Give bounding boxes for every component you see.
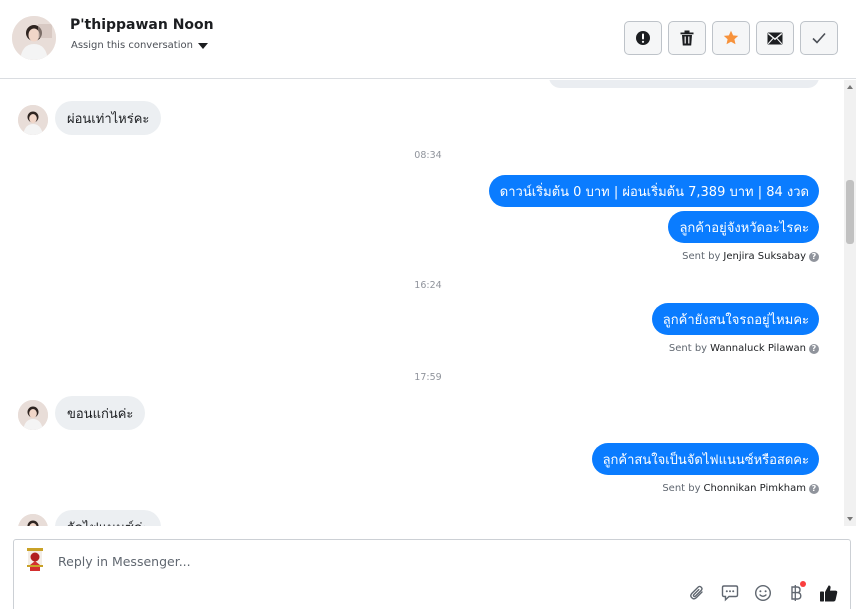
envelope-icon — [767, 32, 783, 44]
conversation-header: P'thippawan Noon Assign this conversatio… — [0, 0, 856, 79]
outgoing-message[interactable]: ลูกค้าอยู่จังหวัดอะไรคะ — [668, 211, 819, 243]
contact-avatar-small — [18, 400, 48, 430]
saved-replies-button[interactable] — [719, 582, 741, 604]
contact-name[interactable]: P'thippawan Noon — [70, 17, 214, 33]
paperclip-icon — [690, 585, 703, 600]
page-avatar — [23, 546, 47, 572]
sent-by-label: Sent by Jenjira Suksabay ? — [682, 251, 819, 262]
assign-conversation-dropdown[interactable]: Assign this conversation — [71, 40, 208, 51]
sent-by-agent: Jenjira Suksabay — [723, 251, 806, 262]
previous-message-bubble — [549, 80, 819, 88]
mark-done-button[interactable] — [800, 21, 838, 55]
message-list[interactable]: ผ่อนเท่าไหร่คะ 08:34 ดาวน์เริ่มต้น 0 บาท… — [0, 80, 856, 526]
incoming-message[interactable]: ผ่อนเท่าไหร่คะ — [55, 101, 162, 135]
sent-by-label: Sent by Wannaluck Pilawan ? — [669, 343, 819, 354]
question-icon[interactable]: ? — [809, 251, 819, 262]
sent-by-prefix: Sent by — [662, 483, 701, 494]
caret-down-icon — [197, 43, 208, 49]
assign-label: Assign this conversation — [71, 40, 193, 51]
saved-reply-icon — [721, 585, 739, 602]
inbox-conversation-panel: P'thippawan Noon Assign this conversatio… — [0, 0, 856, 609]
conversation-toolbar — [624, 21, 838, 55]
composer-actions — [686, 581, 840, 604]
mark-unread-button[interactable] — [756, 21, 794, 55]
message-timestamp: 17:59 — [414, 372, 442, 383]
sent-by-agent: Chonnikan Pimkham — [703, 483, 806, 494]
sent-by-label: Sent by Chonnikan Pimkham ? — [662, 483, 819, 494]
outgoing-message[interactable]: ดาวน์เริ่มต้น 0 บาท | ผ่อนเริ่มต้น 7,389… — [488, 175, 819, 207]
sent-by-prefix: Sent by — [668, 343, 708, 354]
exclamation-icon — [636, 31, 650, 45]
star-icon — [723, 30, 739, 45]
scroll-up-arrow-icon[interactable] — [847, 85, 853, 89]
outgoing-message[interactable]: ลูกค้าสนใจเป็นจัดไฟแนนซ์หรือสดคะ — [591, 443, 819, 475]
attach-button[interactable] — [686, 582, 708, 604]
scrollbar-thumb[interactable] — [846, 180, 854, 244]
checkmark-icon — [812, 32, 826, 44]
notification-dot — [800, 581, 806, 587]
outgoing-message[interactable]: ลูกค้ายังสนใจรถอยู่ไหมคะ — [651, 303, 819, 335]
message-timestamp: 16:24 — [414, 280, 442, 291]
thumbs-up-icon — [820, 585, 838, 602]
incoming-message[interactable]: ขอนแก่นค่ะ — [55, 396, 146, 430]
mark-spam-button[interactable] — [624, 21, 662, 55]
star-button[interactable] — [712, 21, 750, 55]
delete-button[interactable] — [668, 21, 706, 55]
payment-button[interactable] — [785, 581, 807, 604]
contact-avatar[interactable] — [12, 16, 56, 60]
sent-by-agent: Wannaluck Pilawan — [710, 343, 806, 354]
incoming-message[interactable]: จัดไฟแนนซ์ค่ะ — [55, 510, 162, 526]
emoji-button[interactable] — [752, 582, 774, 604]
scroll-down-arrow-icon[interactable] — [847, 517, 853, 521]
reply-composer — [13, 539, 851, 609]
sent-by-prefix: Sent by — [682, 251, 721, 262]
trash-icon — [680, 30, 694, 46]
emoji-icon — [754, 584, 772, 602]
question-icon[interactable]: ? — [809, 343, 819, 354]
message-list-scrollbar[interactable] — [844, 80, 856, 526]
like-button[interactable] — [818, 582, 840, 604]
reply-input[interactable] — [58, 551, 658, 571]
contact-avatar-small — [18, 514, 48, 526]
contact-avatar-small — [18, 105, 48, 135]
question-icon[interactable]: ? — [809, 483, 819, 494]
message-timestamp: 08:34 — [414, 150, 442, 161]
